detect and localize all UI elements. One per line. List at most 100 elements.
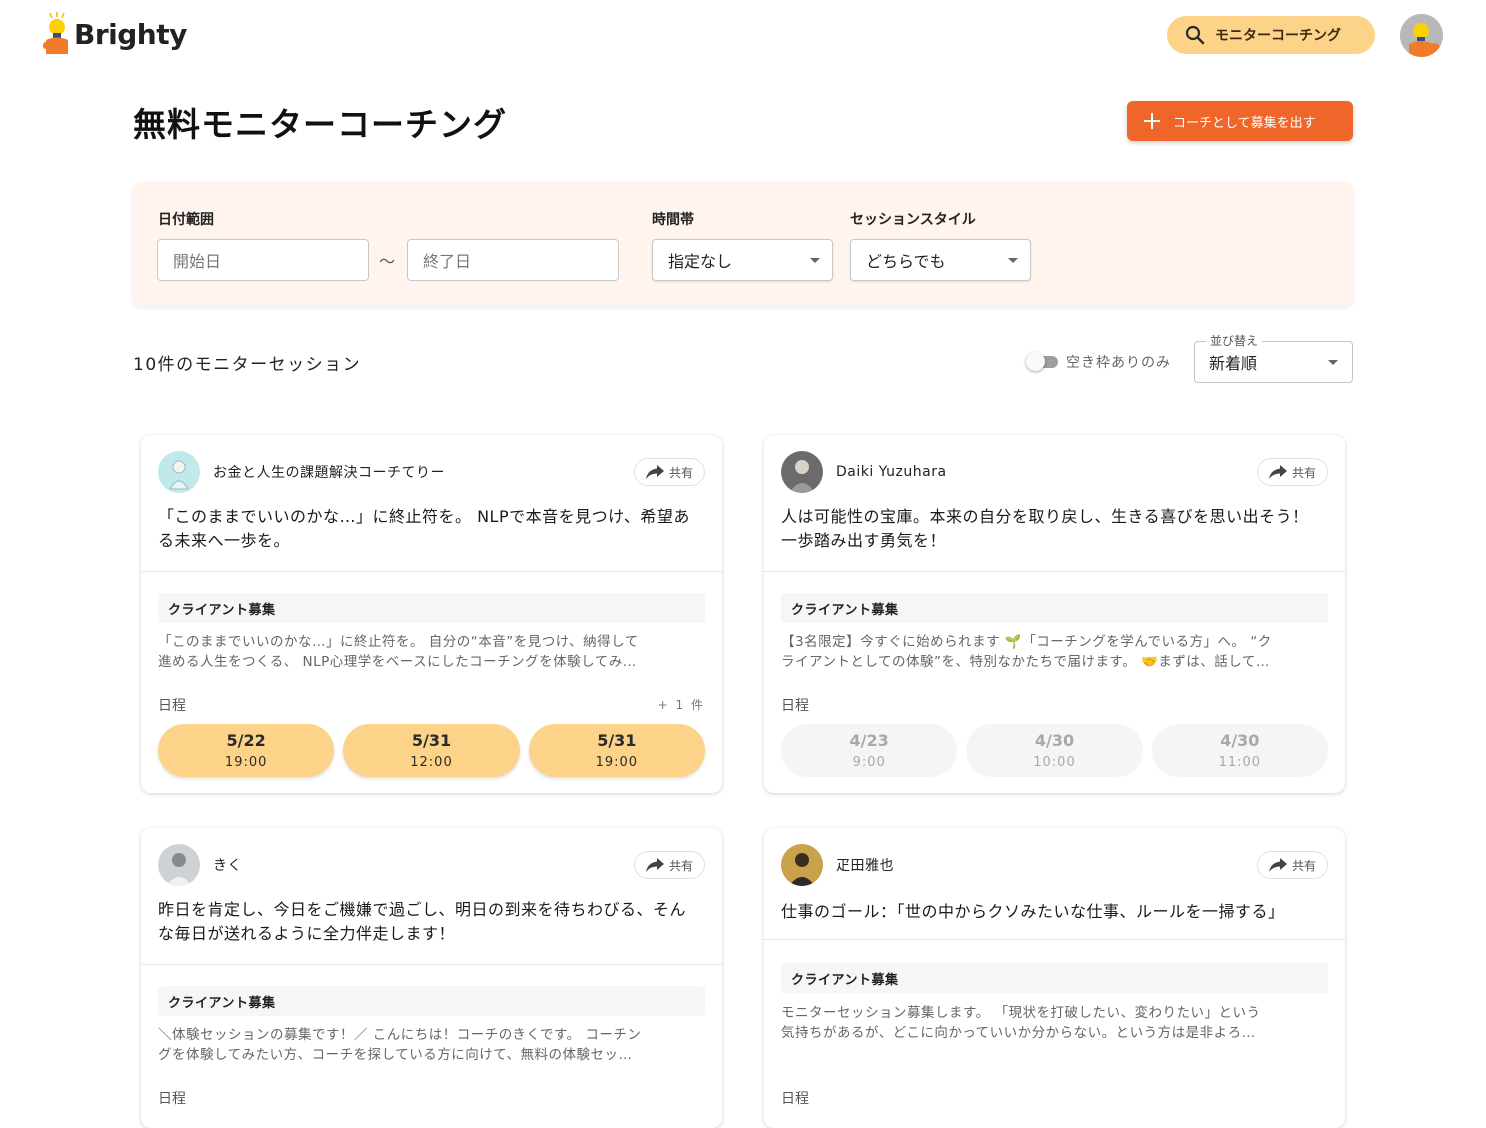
chevron-down-icon [810, 257, 820, 263]
end-date-input[interactable]: 終了日 [407, 239, 619, 281]
card-headline: 仕事のゴール：「世の中からクソみたいな仕事、ルールを一掃する」 [781, 902, 1285, 921]
card-header: お金と人生の課題解決コーチてりー 共有 [158, 451, 705, 493]
toggle-label: 空き枠ありのみ [1066, 355, 1171, 371]
coach-avatar [158, 451, 200, 493]
sort-value: 新着順 [1209, 354, 1258, 373]
card-divider [764, 939, 1345, 940]
time-slot-label: 時間帯 [652, 212, 694, 228]
recruit-type-tag: クライアント募集 [781, 593, 1328, 623]
page-title: 無料モニターコーチング [133, 105, 507, 144]
search-icon [1185, 25, 1205, 45]
coach-name[interactable]: Daiki Yuzuhara [836, 464, 947, 480]
share-label: 共有 [1291, 465, 1316, 480]
toggle-switch[interactable] [1026, 352, 1058, 371]
post-as-coach-button[interactable]: コーチとして募集を出す [1127, 101, 1353, 141]
card-description: 【3名限定】今すぐに始められます 🌱「コーチングを学んでいる方」へ。 “ク ライ… [781, 632, 1328, 672]
card-headline: 「このままでいいのかな…」に終止符を。 NLPで本音を見つけ、希望ある未来へ一歩… [158, 507, 690, 550]
session-card[interactable]: Daiki Yuzuhara 共有 人は可能性の宝庫。本来の自分を取り戻し、生き… [764, 435, 1345, 793]
card-headline: 昨日を肯定し、今日をご機嫌で過ごし、明日の到来を待ちわびる、そんな毎日が送れるよ… [158, 900, 687, 943]
card-header: 疋田雅也 共有 [781, 844, 1328, 886]
session-card[interactable]: お金と人生の課題解決コーチてりー 共有 「このままでいいのかな…」に終止符を。 … [141, 435, 722, 793]
card-divider [764, 571, 1345, 572]
logo-text: Brighty [74, 17, 187, 51]
schedule-slot[interactable]: 5/22 19:00 [158, 724, 335, 777]
monitor-coaching-nav-button[interactable]: モニターコーチング [1167, 16, 1375, 54]
description-line: モニターセッション募集します。 「現状を打破したい、変わりたい」という [781, 1005, 1261, 1021]
share-label: 共有 [668, 465, 693, 480]
coach-avatar [781, 451, 823, 493]
share-arrow-icon [1268, 858, 1287, 872]
schedule-slot[interactable]: 5/31 12:00 [343, 724, 520, 777]
card-description: モニターセッション募集します。 「現状を打破したい、変わりたい」という 気持ちが… [781, 1003, 1328, 1043]
session-style-select[interactable]: どちらでも [850, 239, 1031, 281]
schedule-label: 日程 [158, 1091, 186, 1107]
slot-time: 10:00 [1033, 755, 1076, 770]
schedule-slot[interactable]: 5/31 19:00 [528, 724, 705, 777]
slot-time: 11:00 [1218, 755, 1262, 770]
share-arrow-icon [645, 465, 664, 479]
toggle-knob [1026, 352, 1045, 371]
slot-date: 4/30 [1220, 731, 1260, 750]
card-header: きく 共有 [158, 844, 705, 886]
available-only-toggle[interactable]: 空き枠ありのみ [1026, 352, 1171, 372]
top-bar: Brighty モニターコーチング [0, 0, 1486, 72]
description-line: ライアントとしての体験”を、特別なかたちで届けます。 🤝まずは、話して… [781, 654, 1270, 670]
card-headline: 人は可能性の宝庫。本来の自分を取り戻し、生きる喜びを思い出そう！一歩踏み出す勇気… [781, 507, 1309, 550]
schedule-slot[interactable]: 4/30 11:00 [1151, 724, 1328, 777]
description-line: ＼体験セッションの募集です！／ こんにちは！コーチのきくです。 コーチン [158, 1027, 642, 1043]
slot-date: 4/30 [1034, 731, 1075, 750]
description-line: 気持ちがあるが、どこに向かっていいか分からない。という方は是非よろ… [781, 1025, 1256, 1041]
coach-name[interactable]: きく [213, 855, 242, 875]
slot-date: 5/22 [226, 731, 266, 750]
schedule-label: 日程 [781, 1091, 809, 1107]
slot-time: 9:00 [852, 755, 886, 770]
date-range-label: 日付範囲 [158, 212, 214, 228]
start-date-input[interactable]: 開始日 [157, 239, 369, 281]
session-style-label: セッションスタイル [850, 212, 976, 228]
share-button[interactable]: 共有 [634, 458, 705, 486]
description-line: グを体験してみたい方、コーチを探している方に向けて、無料の体験セッ… [158, 1047, 633, 1063]
session-card[interactable]: きく 共有 昨日を肯定し、今日をご機嫌で過ごし、明日の到来を待ちわびる、そんな毎… [141, 828, 722, 1128]
chevron-down-icon [1328, 359, 1338, 365]
more-slots-count: + 1 件 [657, 698, 705, 712]
schedule-label: 日程 [158, 698, 186, 714]
share-label: 共有 [1291, 858, 1316, 873]
card-header: Daiki Yuzuhara 共有 [781, 451, 1328, 493]
plus-icon [1144, 113, 1160, 129]
slot-date: 5/31 [411, 731, 452, 750]
schedule-slot[interactable]: 4/30 10:00 [966, 724, 1143, 777]
share-arrow-icon [645, 858, 664, 872]
share-arrow-icon [1268, 465, 1287, 479]
slot-date: 4/23 [849, 731, 889, 750]
chevron-down-icon [1008, 257, 1018, 263]
slot-time: 19:00 [595, 755, 639, 770]
coach-name[interactable]: お金と人生の課題解決コーチてりー [213, 462, 445, 482]
nav-button-label: モニターコーチング [1215, 28, 1341, 44]
result-count: 10件のモニターセッション [133, 355, 362, 375]
description-line: 「このままでいいのかな…」に終止符を。 自分の“本音”を見つけ、納得して [158, 634, 639, 650]
sort-label: 並び替え [1206, 332, 1263, 349]
share-button[interactable]: 共有 [1257, 458, 1328, 486]
recruit-type-tag: クライアント募集 [781, 963, 1328, 993]
coach-name[interactable]: 疋田雅也 [836, 855, 894, 875]
description-line: 進める人生をつくる、 NLP心理学をベースにしたコーチングを体験してみ… [158, 654, 637, 670]
share-label: 共有 [668, 858, 693, 873]
schedule-label: 日程 [781, 698, 809, 714]
share-button[interactable]: 共有 [1257, 851, 1328, 879]
share-button[interactable]: 共有 [634, 851, 705, 879]
schedule-slot[interactable]: 4/23 9:00 [781, 724, 958, 777]
recruit-button-label: コーチとして募集を出す [1173, 115, 1316, 131]
user-avatar[interactable] [1400, 14, 1443, 57]
description-line: 【3名限定】今すぐに始められます 🌱「コーチングを学んでいる方」へ。 “ク [781, 634, 1272, 650]
slot-time: 12:00 [410, 755, 453, 770]
recruit-type-tag: クライアント募集 [158, 986, 705, 1016]
session-card[interactable]: 疋田雅也 共有 仕事のゴール：「世の中からクソみたいな仕事、ルールを一掃する」 … [764, 828, 1345, 1128]
card-divider [141, 964, 722, 965]
coach-avatar [781, 844, 823, 886]
time-slot-value: 指定なし [668, 252, 733, 271]
time-slot-select[interactable]: 指定なし [652, 239, 833, 281]
slot-date: 5/31 [597, 731, 637, 750]
brand-logo[interactable]: Brighty [42, 12, 187, 56]
coach-avatar [158, 844, 200, 886]
schedule-slots: 4/23 9:00 4/30 10:00 4/30 11:00 [781, 724, 1328, 777]
